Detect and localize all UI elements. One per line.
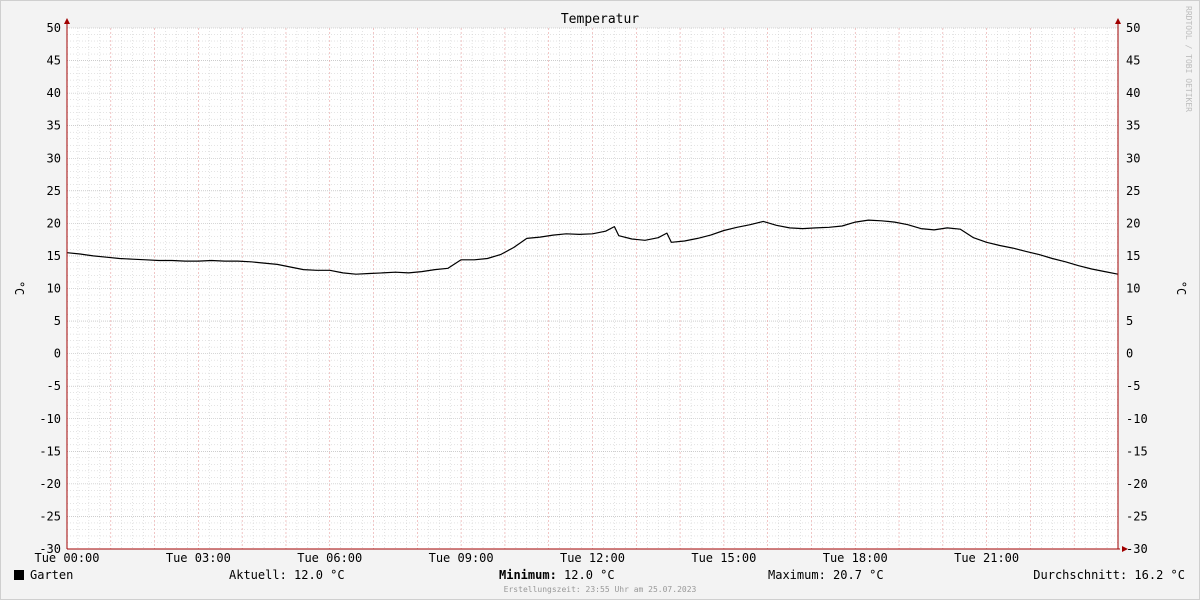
- y-tick-label-right: -10: [1126, 412, 1148, 426]
- y-tick-label-right: -15: [1126, 444, 1148, 458]
- y-tick-labels-right: -30 -25 -20 -15 -10 -5 0 5 10 15 20 25 30 35 40 45 50: [1126, 21, 1148, 556]
- legend-aktuell: Aktuell: 12.0 °C: [229, 568, 345, 582]
- legend-series-name: Garten: [30, 568, 73, 582]
- y-tick-label-left: -5: [47, 379, 61, 393]
- y-tick-label-right: -30: [1126, 542, 1148, 556]
- legend-minimum-label: Minimum:: [499, 568, 557, 582]
- y-tick-label-left: -10: [39, 412, 61, 426]
- y-tick-label-left: 5: [54, 314, 61, 328]
- y-tick-label-right: 10: [1126, 282, 1140, 296]
- y-tick-label-left: 10: [47, 282, 61, 296]
- legend-minimum-value: 12.0 °C: [557, 568, 615, 582]
- y-axis-right-arrow: [1115, 18, 1121, 24]
- footer-timestamp: Erstellungszeit: 23:55 Uhr am 25.07.2023: [504, 585, 697, 594]
- y-tick-label-right: -25: [1126, 509, 1148, 523]
- temperature-chart: -30 -25 -20 -15 -10 -5 0 5 10 15 20 25 30 35 40 45 50 -3…: [0, 0, 1200, 600]
- y-tick-label-right: 45: [1126, 54, 1140, 68]
- y-tick-label-right: 35: [1126, 119, 1140, 133]
- chart-svg: -30-25-20-15-10-505101520253035404550 -3…: [12, 6, 1193, 594]
- y-tick-label-left: -15: [39, 444, 61, 458]
- y-tick-label-right: 0: [1126, 347, 1133, 361]
- y-tick-label-left: 45: [47, 54, 61, 68]
- y-axis-label-left: °C: [12, 281, 26, 295]
- y-axis-label-right: °C: [1174, 281, 1188, 295]
- y-tick-label-right: 5: [1126, 314, 1133, 328]
- legend-swatch: [14, 570, 24, 580]
- legend-minimum: Minimum: 12.0 °C: [499, 568, 615, 582]
- x-tick-label: Tue 18:00: [823, 551, 888, 565]
- y-tick-label-left: -25: [39, 509, 61, 523]
- y-tick-label-right: 50: [1126, 21, 1140, 35]
- x-tick-label: Tue 15:00: [691, 551, 756, 565]
- x-tick-label: Tue 09:00: [429, 551, 494, 565]
- y-tick-label-right: -5: [1126, 379, 1140, 393]
- legend-durchschnitt: Durchschnitt: 16.2 °C: [1033, 568, 1185, 582]
- x-tick-label: Tue 03:00: [166, 551, 231, 565]
- y-tick-labels-left: -30-25-20-15-10-505101520253035404550: [39, 21, 61, 556]
- y-axis-left-arrow: [64, 18, 70, 24]
- y-tick-label-right: 20: [1126, 216, 1140, 230]
- y-tick-label-left: 15: [47, 249, 61, 263]
- x-tick-labels: Tue 00:00 Tue 03:00 Tue 06:00 Tue 09:00 Tue …: [34, 551, 1019, 565]
- x-tick-label: Tue 12:00: [560, 551, 625, 565]
- watermark: RRDTOOL / TOBI OETIKER: [1184, 6, 1193, 112]
- y-tick-label-left: 0: [54, 347, 61, 361]
- y-tick-label-left: 50: [47, 21, 61, 35]
- y-tick-label-right: 40: [1126, 86, 1140, 100]
- chart-title: Temperatur: [561, 12, 639, 27]
- y-tick-label-left: 35: [47, 119, 61, 133]
- y-tick-label-right: 25: [1126, 184, 1140, 198]
- x-tick-label: Tue 06:00: [297, 551, 362, 565]
- y-tick-label-left: 25: [47, 184, 61, 198]
- x-tick-label: Tue 00:00: [34, 551, 99, 565]
- y-tick-label-right: 30: [1126, 151, 1140, 165]
- legend-maximum: Maximum: 20.7 °C: [768, 568, 884, 582]
- y-tick-label-left: 40: [47, 86, 61, 100]
- y-tick-label-right: -20: [1126, 477, 1148, 491]
- y-tick-label-left: 30: [47, 151, 61, 165]
- x-tick-label: Tue 21:00: [954, 551, 1019, 565]
- y-tick-label-left: 20: [47, 216, 61, 230]
- y-tick-label-right: 15: [1126, 249, 1140, 263]
- y-tick-label-left: -20: [39, 477, 61, 491]
